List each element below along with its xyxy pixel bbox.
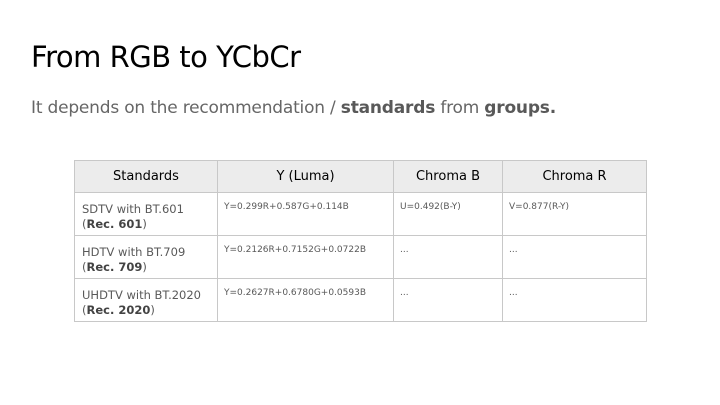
rec-label: Rec. 2020 [86,303,151,317]
chroma-r-formula: ... [509,245,518,255]
rec-close: ) [150,303,155,317]
luma-cell: Y=0.2126R+0.7152G+0.0722B [217,235,394,279]
subtitle-bold-standards: standards [340,98,436,118]
chroma-b-cell: ... [393,278,503,322]
chroma-b-formula: ... [400,245,409,255]
table-header-row: Standards Y (Luma) Chroma B Chroma R [74,160,647,193]
subtitle-prefix: It depends on the recommendation / [31,98,341,118]
chroma-r-formula: ... [509,288,518,298]
header-chroma-b: Chroma B [393,160,503,193]
rec-close: ) [142,217,147,231]
rec-close: ) [142,260,147,274]
standard-name: HDTV with BT.709 [82,245,186,259]
standard-cell: SDTV with BT.601 (Rec. 601) [74,192,218,236]
luma-cell: Y=0.2627R+0.6780G+0.0593B [217,278,394,322]
luma-cell: Y=0.299R+0.587G+0.114B [217,192,394,236]
chroma-b-formula: U=0.492(B-Y) [400,202,461,212]
slide-subtitle: It depends on the recommendation / stand… [31,98,556,118]
header-standards: Standards [74,160,218,193]
luma-formula: Y=0.299R+0.587G+0.114B [224,202,349,212]
standard-cell: UHDTV with BT.2020 (Rec. 2020) [74,278,218,322]
table-row: UHDTV with BT.2020 (Rec. 2020) Y=0.2627R+… [74,278,647,322]
slide-title: From RGB to YCbCr [31,40,301,74]
chroma-r-formula: V=0.877(R-Y) [509,202,570,212]
header-chroma-r: Chroma R [502,160,647,193]
chroma-b-formula: ... [400,288,409,298]
luma-formula: Y=0.2627R+0.6780G+0.0593B [224,288,366,298]
chroma-r-cell: ... [502,278,647,322]
standard-name: UHDTV with BT.2020 [82,288,201,302]
rec-label: Rec. 601 [86,217,143,231]
header-y-luma: Y (Luma) [217,160,394,193]
standard-name: SDTV with BT.601 [82,202,184,216]
standard-cell: HDTV with BT.709 (Rec. 709) [74,235,218,279]
table-row: SDTV with BT.601 (Rec. 601) Y=0.299R+0.58… [74,192,647,236]
subtitle-bold-groups: groups. [484,98,556,118]
standards-table: Standards Y (Luma) Chroma B Chroma R SDT… [74,160,647,322]
subtitle-middle: from [435,98,485,118]
luma-formula: Y=0.2126R+0.7152G+0.0722B [224,245,366,255]
table-row: HDTV with BT.709 (Rec. 709) Y=0.2126R+0.7… [74,235,647,279]
chroma-r-cell: V=0.877(R-Y) [502,192,647,236]
chroma-r-cell: ... [502,235,647,279]
rec-label: Rec. 709 [86,260,143,274]
chroma-b-cell: ... [393,235,503,279]
chroma-b-cell: U=0.492(B-Y) [393,192,503,236]
